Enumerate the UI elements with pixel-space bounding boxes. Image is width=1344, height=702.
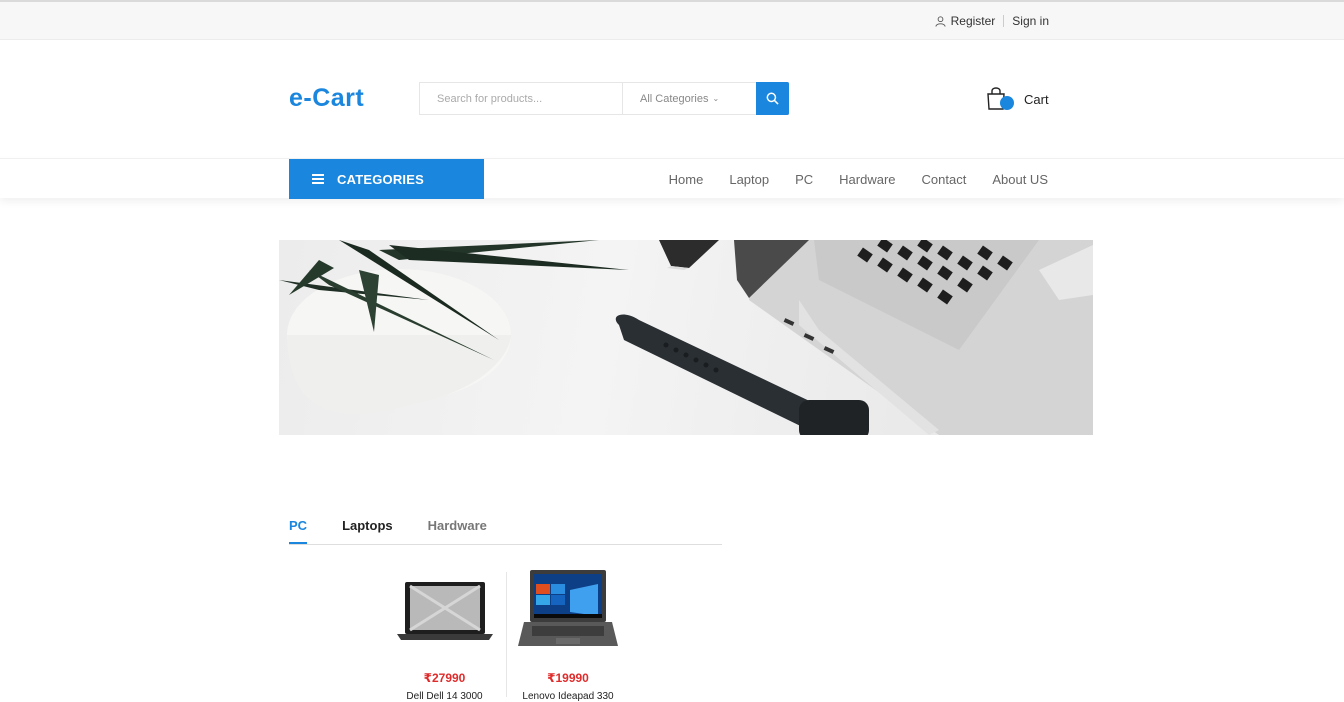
search-input[interactable]: [420, 83, 622, 114]
search-button[interactable]: [756, 82, 789, 115]
nav-hardware[interactable]: Hardware: [839, 172, 895, 187]
register-link[interactable]: Register: [935, 14, 996, 28]
tab-hardware[interactable]: Hardware: [428, 518, 487, 544]
cart-label: Cart: [1024, 91, 1049, 107]
search-bar: All Categories ⌄: [419, 82, 789, 115]
category-select-value: All Categories: [640, 92, 709, 105]
product-list: ₹27990 Dell Dell 14 3000 ₹19990 Lenovo I…: [383, 569, 629, 702]
nav-contact[interactable]: Contact: [922, 172, 967, 187]
product-price: ₹19990: [547, 671, 589, 685]
menu-icon: [312, 172, 324, 186]
nav-menu: Home Laptop PC Hardware Contact About US: [669, 159, 1048, 199]
top-bar: Register Sign in: [0, 0, 1344, 40]
nav-home[interactable]: Home: [669, 172, 704, 187]
product-card[interactable]: ₹27990 Dell Dell 14 3000: [383, 572, 506, 702]
shopping-bag-icon: [986, 86, 1014, 112]
product-card[interactable]: ₹19990 Lenovo Ideapad 330: [506, 569, 629, 702]
register-label: Register: [950, 14, 996, 28]
site-header: e-Cart All Categories ⌄ Cart: [0, 40, 1344, 158]
account-links: Register Sign in: [935, 14, 1049, 28]
product-image[interactable]: [507, 569, 629, 647]
category-select[interactable]: All Categories ⌄: [622, 83, 756, 114]
banner-image: [279, 240, 1093, 435]
user-icon: [935, 15, 946, 27]
nav-pc[interactable]: PC: [795, 172, 813, 187]
cart-count-badge: [1000, 96, 1014, 110]
main-nav: CATEGORIES Home Laptop PC Hardware Conta…: [0, 158, 1344, 199]
cart-button[interactable]: Cart: [986, 86, 1049, 112]
signin-link[interactable]: Sign in: [1012, 14, 1049, 28]
laptop-image: [396, 581, 493, 640]
product-image[interactable]: [383, 572, 506, 647]
logo[interactable]: e-Cart: [289, 84, 364, 113]
search-icon: [766, 92, 779, 105]
product-price: ₹27990: [423, 671, 466, 685]
tab-laptops[interactable]: Laptops: [342, 518, 393, 544]
laptop-image: [518, 569, 618, 646]
product-tabs: PC Laptops Hardware: [289, 518, 722, 545]
chevron-down-icon: ⌄: [712, 94, 720, 103]
categories-button[interactable]: CATEGORIES: [289, 159, 484, 199]
hero-banner[interactable]: [279, 240, 1093, 435]
nav-laptop[interactable]: Laptop: [729, 172, 769, 187]
nav-about[interactable]: About US: [992, 172, 1048, 187]
divider: [1003, 15, 1005, 27]
tab-pc[interactable]: PC: [289, 518, 308, 544]
categories-label: CATEGORIES: [337, 171, 424, 187]
